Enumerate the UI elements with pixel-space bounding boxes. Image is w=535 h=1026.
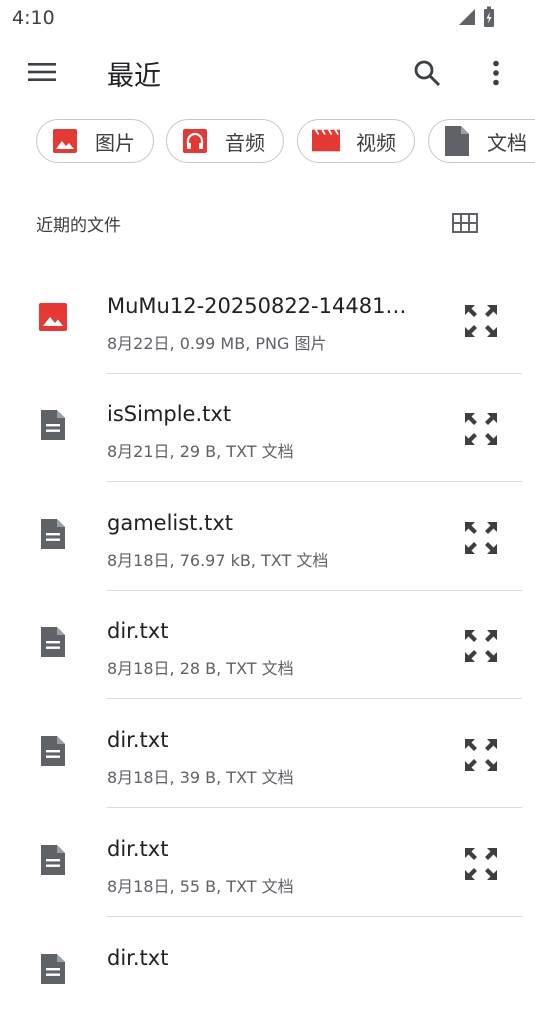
expand-preview-button[interactable] [460,625,502,667]
file-meta: 8月18日, 28 B, TXT 文档 [107,659,294,678]
list-item[interactable]: dir.txt 8月18日, 28 B, TXT 文档 [0,591,535,699]
expand-icon [465,413,497,445]
more-vert-icon [493,60,499,86]
expand-icon [465,305,497,337]
hamburger-menu-icon [28,63,56,81]
file-name: dir.txt [107,728,169,752]
list-item[interactable]: MuMu12-20250822-14481… 8月22日, 0.99 MB, P… [0,266,535,374]
signal-icon [459,9,475,25]
movie-icon [312,127,340,155]
more-options-button[interactable] [474,50,518,96]
page-title: 最近 [107,61,161,92]
divider [107,916,522,917]
search-button[interactable] [404,50,450,96]
grid-view-icon [452,213,478,233]
divider [107,807,522,808]
chip-documents[interactable]: 文档 [428,119,535,163]
expand-preview-button[interactable] [460,408,502,450]
chip-images[interactable]: 图片 [36,119,154,163]
chip-label: 文档 [487,130,527,155]
headphones-icon [181,127,209,155]
file-name: isSimple.txt [107,402,232,426]
list-item[interactable]: gamelist.txt 8月18日, 76.97 kB, TXT 文档 [0,483,535,591]
expand-icon [465,739,497,771]
menu-button[interactable] [20,52,64,92]
chip-label: 视频 [356,130,396,155]
expand-preview-button[interactable] [460,843,502,885]
search-icon [414,60,441,87]
file-meta: 8月21日, 29 B, TXT 文档 [107,442,294,461]
text-file-icon [36,734,70,768]
expand-icon [465,522,497,554]
text-file-icon [36,408,70,442]
file-meta: 8月18日, 55 B, TXT 文档 [107,877,294,896]
expand-preview-button[interactable] [460,734,502,776]
file-name: dir.txt [107,837,169,861]
file-name: dir.txt [107,946,169,970]
grid-view-toggle[interactable] [448,206,482,240]
text-file-icon [36,625,70,659]
chip-label: 音频 [225,130,265,155]
expand-icon [465,630,497,662]
status-time: 4:10 [12,7,55,29]
chip-label: 图片 [95,130,135,155]
status-bar: 4:10 [0,0,535,36]
list-item[interactable]: dir.txt 8月18日, 39 B, TXT 文档 [0,700,535,808]
file-meta: 8月18日, 39 B, TXT 文档 [107,768,294,787]
file-name: MuMu12-20250822-14481… [107,294,407,318]
section-label: 近期的文件 [36,216,121,236]
battery-icon [484,6,494,27]
list-item[interactable]: dir.txt [0,918,535,1026]
image-file-icon [36,300,70,334]
document-icon [443,126,471,156]
chip-video[interactable]: 视频 [297,119,415,163]
expand-preview-button[interactable] [460,517,502,559]
file-name: dir.txt [107,619,169,643]
expand-icon [465,848,497,880]
divider [107,481,522,482]
chip-audio[interactable]: 音频 [166,119,284,163]
file-meta: 8月22日, 0.99 MB, PNG 图片 [107,334,327,353]
expand-preview-button[interactable] [460,300,502,342]
text-file-icon [36,952,70,986]
divider [107,698,522,699]
filter-chips: 图片 音频 视频 文档 [36,119,535,167]
app-bar: 最近 [0,40,535,104]
list-item[interactable]: dir.txt 8月18日, 55 B, TXT 文档 [0,809,535,917]
image-icon [51,127,79,155]
text-file-icon [36,517,70,551]
file-meta: 8月18日, 76.97 kB, TXT 文档 [107,551,329,570]
file-name: gamelist.txt [107,511,233,535]
list-item[interactable]: isSimple.txt 8月21日, 29 B, TXT 文档 [0,374,535,482]
text-file-icon [36,843,70,877]
